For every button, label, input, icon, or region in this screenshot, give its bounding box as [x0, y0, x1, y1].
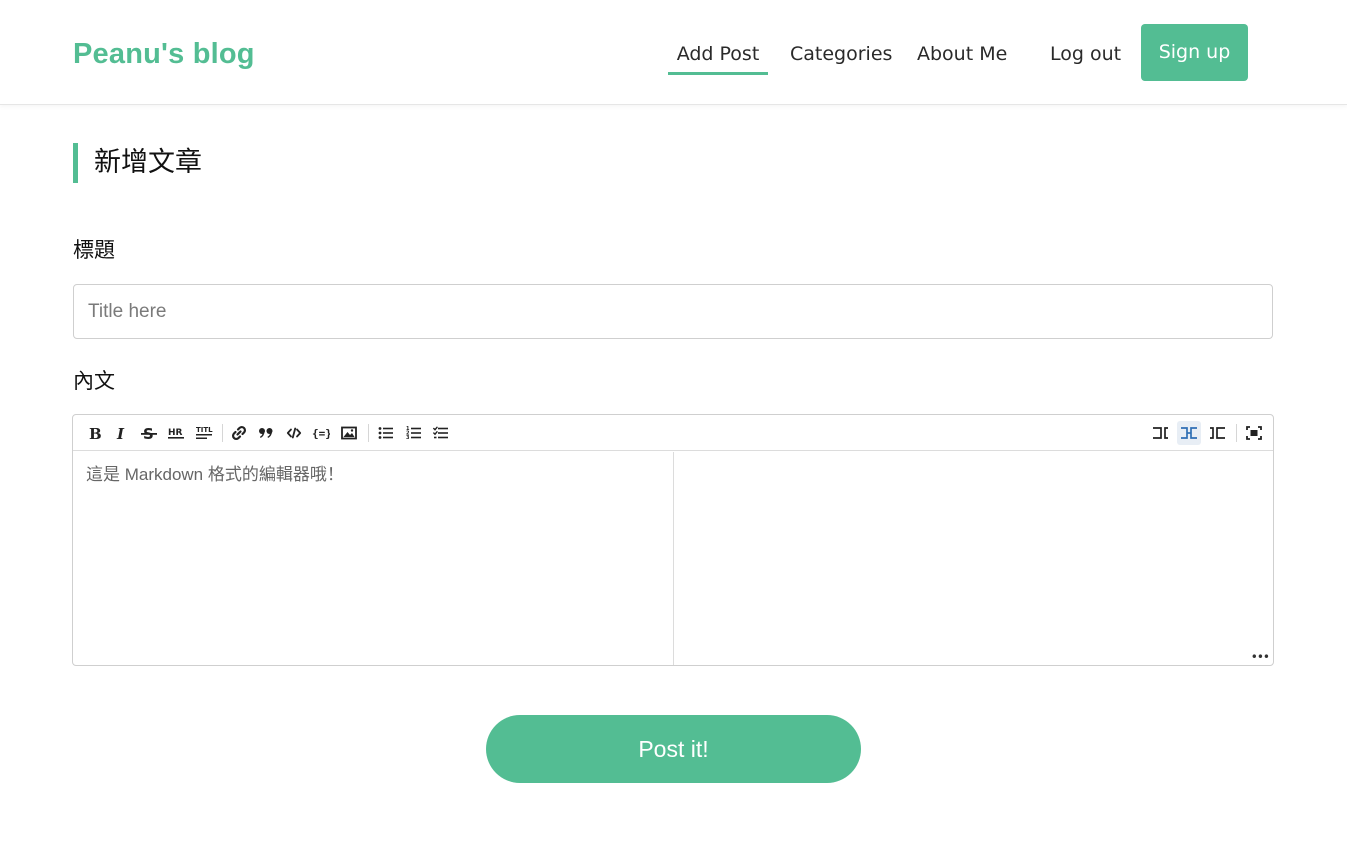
link-icon[interactable]: [227, 421, 251, 445]
post-it-button[interactable]: Post it!: [486, 715, 861, 783]
svg-text:HR: HR: [168, 428, 183, 438]
unordered-list-icon[interactable]: [374, 421, 398, 445]
nav-log-out[interactable]: Log out: [1050, 40, 1121, 70]
toolbar-separator: [1236, 424, 1237, 442]
sign-up-button[interactable]: Sign up: [1141, 24, 1248, 81]
nav-about-me[interactable]: About Me: [917, 40, 1007, 70]
markdown-editor: B I S HR TITL {=}: [72, 414, 1274, 666]
svg-text:3: 3: [406, 435, 410, 441]
code-icon[interactable]: [282, 421, 306, 445]
strikethrough-icon[interactable]: S: [137, 421, 161, 445]
fullscreen-icon[interactable]: [1242, 421, 1266, 445]
toolbar-separator: [368, 424, 369, 442]
nav-categories[interactable]: Categories: [790, 40, 892, 70]
nav-add-post[interactable]: Add Post: [668, 40, 768, 70]
body-label: 內文: [73, 369, 115, 393]
ordered-list-icon[interactable]: 123: [402, 421, 426, 445]
title-icon[interactable]: TITL: [192, 421, 216, 445]
horizontal-rule-icon[interactable]: HR: [164, 421, 188, 445]
svg-text:I: I: [116, 425, 125, 441]
markdown-preview-pane: •••: [675, 452, 1273, 665]
svg-text:TITL: TITL: [196, 426, 213, 434]
brand-logo[interactable]: Peanu's blog: [73, 36, 255, 72]
page-title: 新增文章: [94, 147, 202, 178]
svg-text:{=}: {=}: [312, 427, 330, 440]
split-view-icon[interactable]: [1177, 421, 1201, 445]
active-nav-indicator: [668, 72, 768, 75]
editor-only-icon[interactable]: [1149, 421, 1173, 445]
editor-toolbar: B I S HR TITL {=}: [73, 415, 1273, 451]
toolbar-separator: [222, 424, 223, 442]
checklist-icon[interactable]: [429, 421, 453, 445]
preview-only-icon[interactable]: [1205, 421, 1229, 445]
code-block-icon[interactable]: {=}: [309, 421, 333, 445]
title-input[interactable]: [73, 284, 1273, 339]
svg-text:B: B: [89, 425, 101, 441]
editor-placeholder: 這是 Markdown 格式的編輯器哦！: [86, 465, 344, 484]
italic-icon[interactable]: I: [109, 421, 133, 445]
title-label: 標題: [73, 238, 115, 262]
top-navbar: Peanu's blog Add Post Categories About M…: [0, 0, 1347, 105]
quote-icon[interactable]: [254, 421, 278, 445]
bold-icon[interactable]: B: [82, 421, 106, 445]
markdown-input-pane[interactable]: 這是 Markdown 格式的編輯器哦！: [73, 452, 674, 665]
page-title-accent-bar: [73, 143, 78, 183]
resize-handle-icon[interactable]: •••: [1251, 651, 1270, 663]
image-icon[interactable]: [337, 421, 361, 445]
